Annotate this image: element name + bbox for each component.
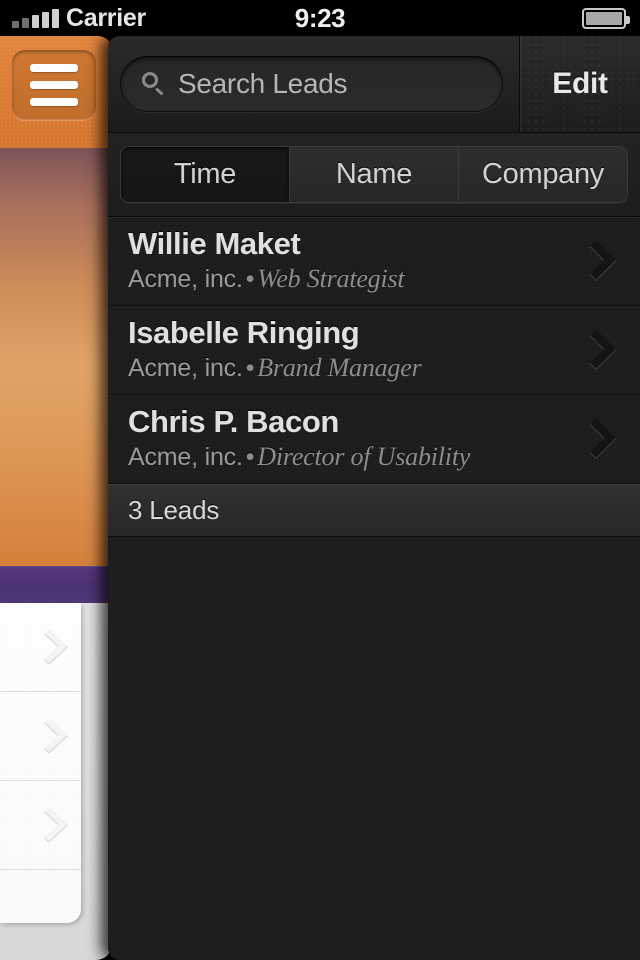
- lead-name: Chris P. Bacon: [128, 404, 339, 440]
- menu-bar-2: [30, 81, 78, 89]
- chevron-right-icon: [43, 808, 69, 842]
- leads-list: Willie Maket Acme, inc. • Web Strategist I…: [108, 217, 640, 537]
- chevron-right-icon: [588, 240, 618, 282]
- lead-company: Acme, inc.: [128, 264, 243, 293]
- chevron-right-icon: [588, 418, 618, 460]
- table-row[interactable]: Isabelle Ringing Acme, inc. • Brand Manage…: [108, 306, 640, 395]
- status-bar: Carrier 9:23: [0, 0, 640, 36]
- tab-time[interactable]: Time: [121, 147, 290, 202]
- toolbar: Search Leads Edit: [108, 36, 640, 133]
- search-icon: [142, 72, 166, 96]
- list-item[interactable]: [0, 781, 81, 870]
- hamburger-menu-icon[interactable]: [12, 50, 96, 120]
- sidebar-gradient-body: [0, 148, 112, 566]
- separator-dot: •: [245, 264, 255, 293]
- battery-icon: [582, 8, 630, 29]
- tab-company[interactable]: Company: [459, 147, 627, 202]
- sidebar-header: [0, 36, 112, 148]
- sidebar-card: [0, 603, 81, 923]
- lead-title: Brand Manager: [257, 352, 422, 382]
- lead-title: Director of Usability: [257, 441, 471, 471]
- lead-subtitle: Acme, inc. • Brand Manager: [128, 353, 566, 383]
- lead-name: Willie Maket: [128, 226, 301, 262]
- lead-company: Acme, inc.: [128, 353, 243, 382]
- search-container: Search Leads: [108, 36, 519, 132]
- edit-button[interactable]: Edit: [519, 36, 640, 132]
- lead-subtitle: Acme, inc. • Web Strategist: [128, 264, 566, 294]
- search-placeholder: Search Leads: [178, 68, 348, 99]
- list-item[interactable]: [0, 603, 81, 692]
- separator-dot: •: [245, 442, 255, 471]
- sort-segmented-control[interactable]: Time Name Company: [120, 146, 628, 203]
- main-panel: Search Leads Edit Time Name Company Will…: [108, 36, 640, 960]
- clock-label: 9:23: [294, 3, 346, 33]
- battery-level: [586, 12, 622, 25]
- leads-count-footer: 3 Leads: [108, 484, 640, 537]
- segmented-control-band: Time Name Company: [108, 133, 640, 217]
- revealed-sidebar: [0, 36, 112, 960]
- tab-name[interactable]: Name: [290, 147, 459, 202]
- separator-dot: •: [245, 353, 255, 382]
- chevron-right-icon: [588, 329, 618, 371]
- lead-company: Acme, inc.: [128, 442, 243, 471]
- lead-subtitle: Acme, inc. • Director of Usability: [128, 442, 566, 472]
- list-item[interactable]: [0, 692, 81, 781]
- menu-bar-1: [30, 64, 78, 72]
- chevron-right-icon: [43, 630, 69, 664]
- menu-bar-3: [30, 98, 78, 106]
- lead-title: Web Strategist: [257, 263, 405, 293]
- chevron-right-icon: [43, 719, 69, 753]
- table-row[interactable]: Willie Maket Acme, inc. • Web Strategist: [108, 217, 640, 306]
- sidebar-accent-band: [0, 566, 112, 603]
- app-screen: Carrier 9:23 Search Leads Edit Time Name…: [0, 0, 640, 960]
- search-input[interactable]: Search Leads: [120, 56, 503, 112]
- lead-name: Isabelle Ringing: [128, 315, 360, 351]
- table-row[interactable]: Chris P. Bacon Acme, inc. • Director of Us…: [108, 395, 640, 484]
